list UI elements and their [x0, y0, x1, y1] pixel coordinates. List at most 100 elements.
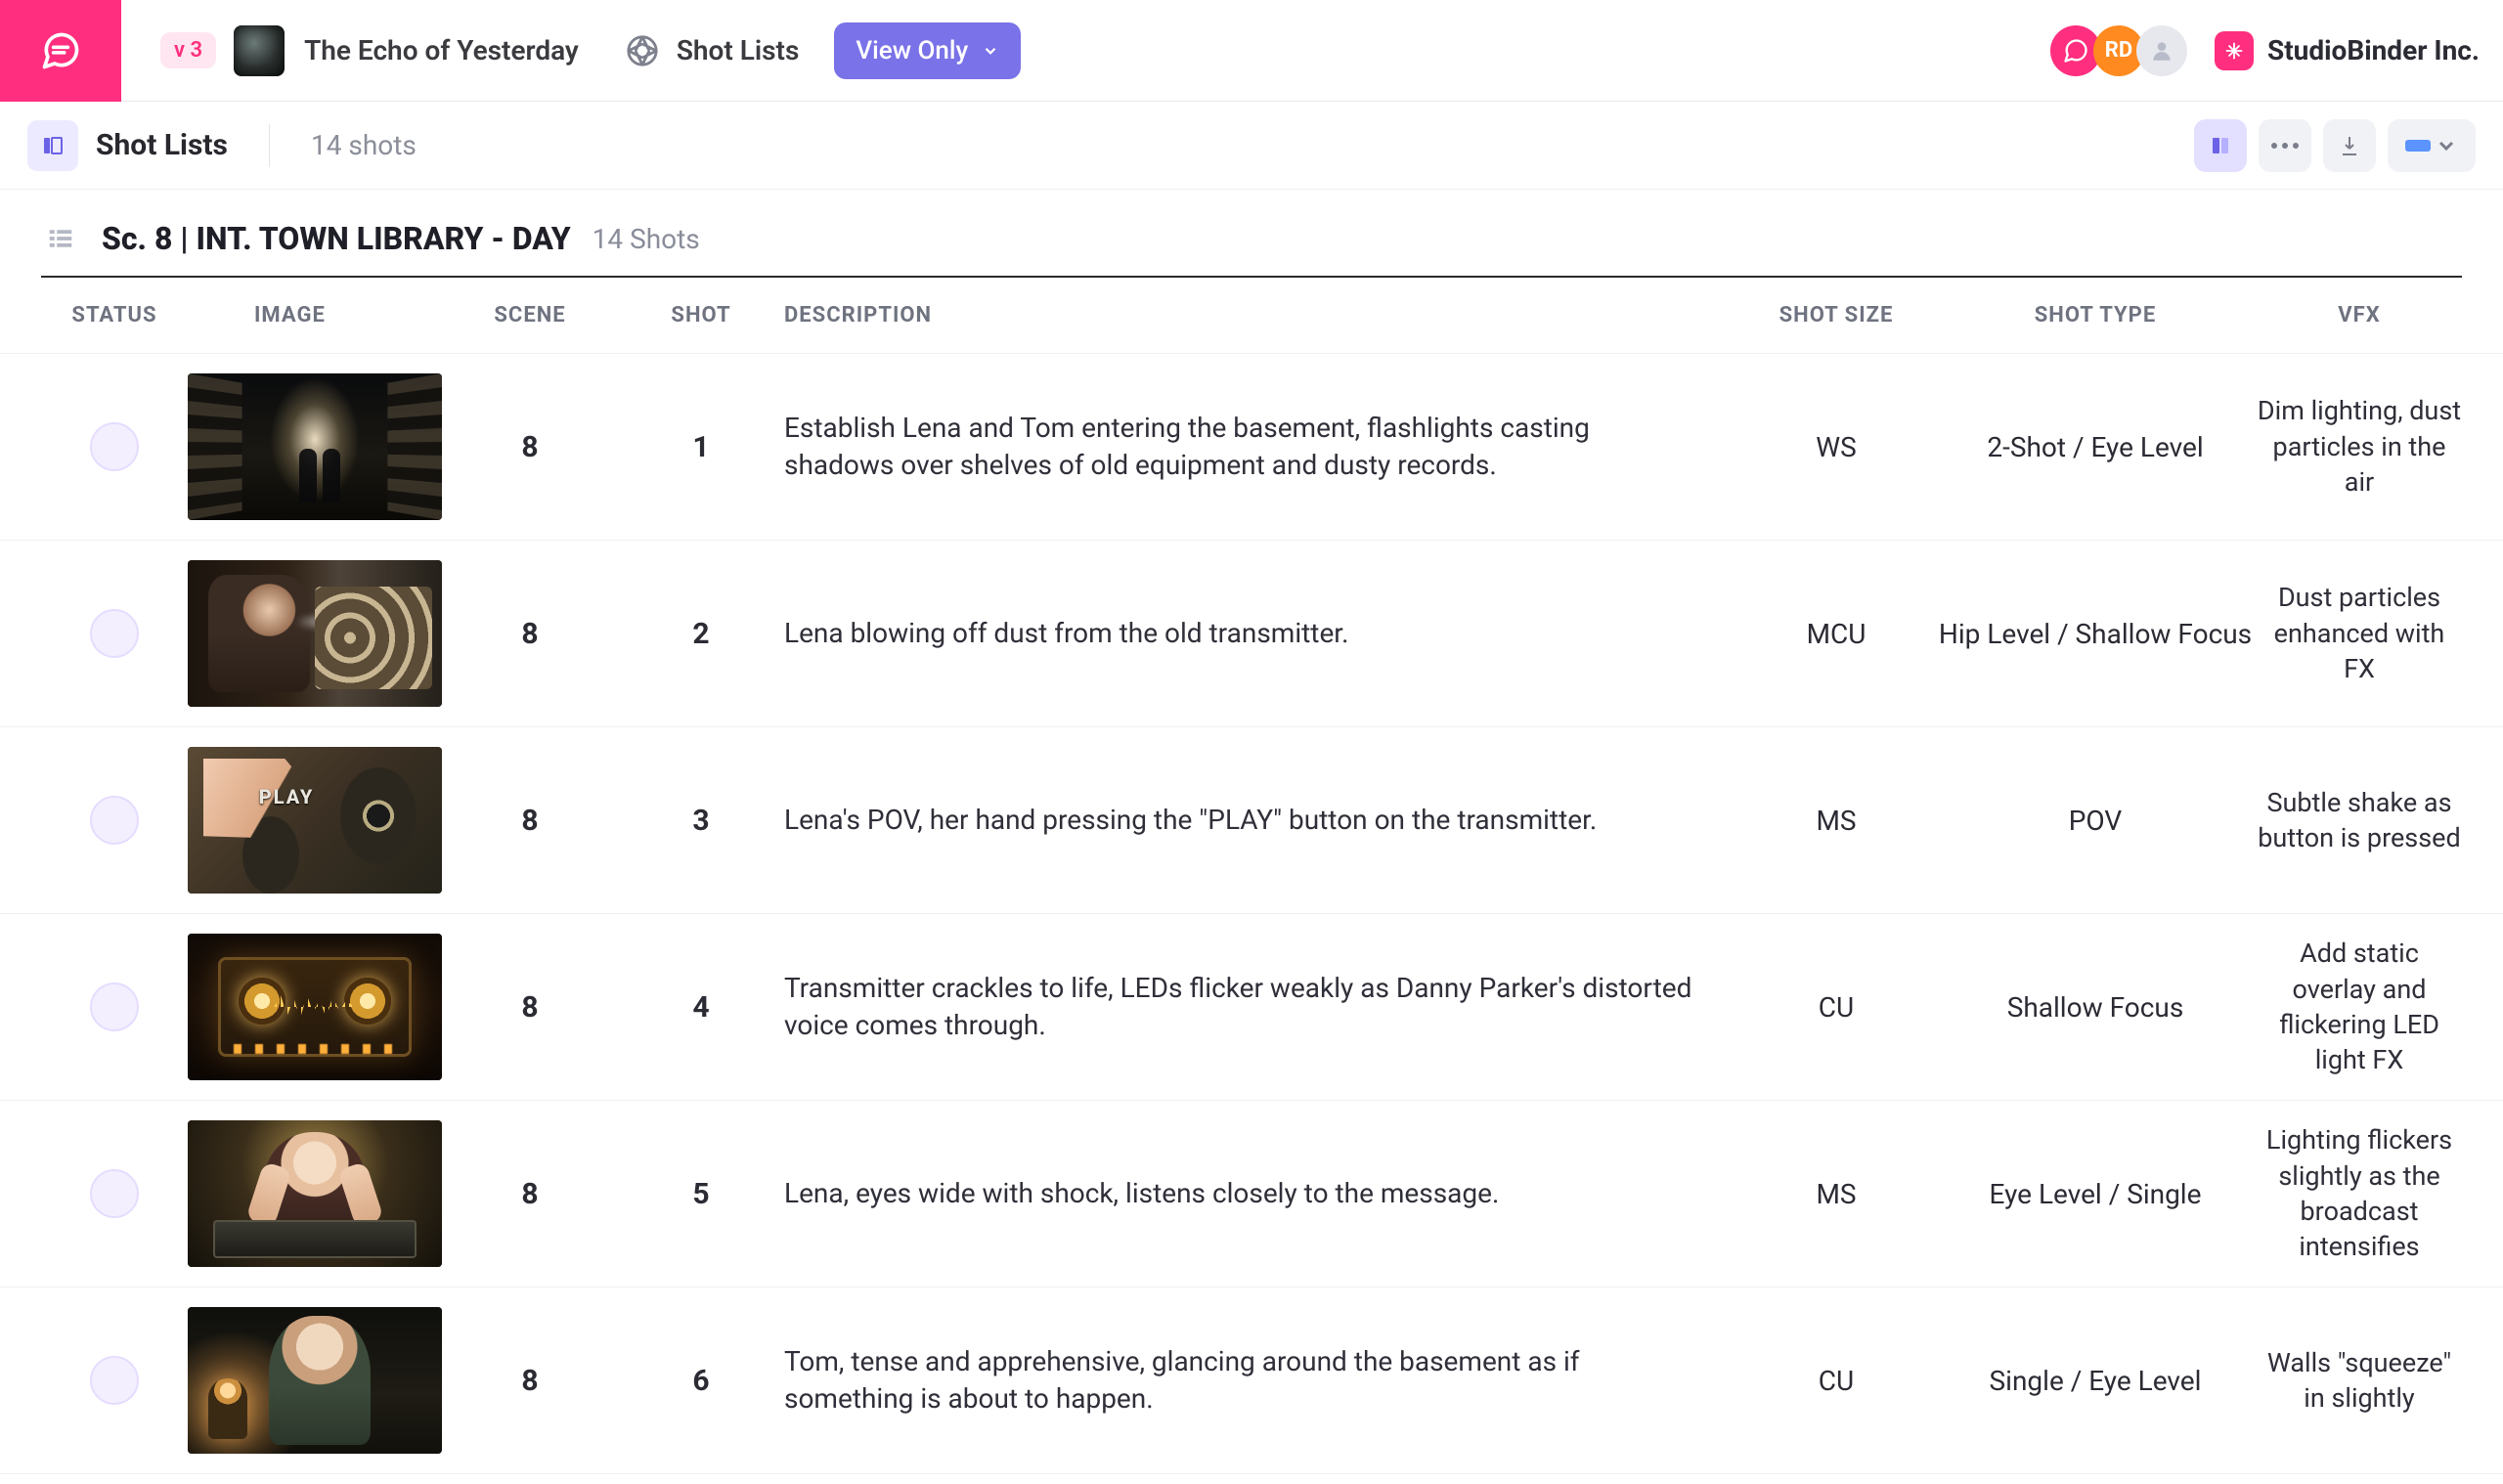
sub-toolbar: Shot Lists 14 shots — [0, 102, 2503, 190]
app-logo[interactable] — [0, 0, 121, 102]
person-icon — [2149, 38, 2174, 64]
col-shot[interactable]: SHOT — [618, 303, 784, 327]
table-row[interactable]: 8 5 Lena, eyes wide with shock, listens … — [0, 1101, 2503, 1288]
shot-type: Hip Level / Shallow Focus — [1934, 618, 2257, 650]
shot-vfx: Lighting flickers slightly as the broadc… — [2257, 1122, 2462, 1265]
color-filter-dropdown[interactable] — [2388, 119, 2476, 172]
chat-bubble-icon — [39, 29, 82, 72]
shot-count: 14 shots — [311, 129, 417, 161]
chevron-down-icon — [982, 42, 999, 60]
table-body: 8 1 Establish Lena and Tom entering the … — [0, 354, 2503, 1474]
table-row[interactable]: 8 3 Lena's POV, her hand pressing the "P… — [0, 727, 2503, 914]
scene-number: 8 — [442, 1364, 618, 1398]
sub-title: Shot Lists — [96, 128, 228, 162]
chat-icon — [2062, 37, 2089, 65]
shot-description: Tom, tense and apprehensive, glancing ar… — [784, 1343, 1738, 1418]
shot-size: CU — [1738, 991, 1934, 1024]
shot-thumbnail[interactable] — [188, 373, 442, 520]
col-status[interactable]: STATUS — [41, 303, 188, 327]
add-user-button[interactable] — [2136, 25, 2187, 76]
divider — [269, 124, 270, 167]
layout-icon — [2209, 134, 2232, 157]
shot-type: Shallow Focus — [1934, 991, 2257, 1024]
download-icon — [2338, 134, 2361, 157]
view-tools — [2194, 119, 2476, 172]
shot-size: MS — [1738, 1178, 1934, 1210]
aperture-icon — [626, 34, 659, 67]
section-label[interactable]: Shot Lists — [677, 34, 800, 66]
version-badge[interactable]: v 3 — [160, 32, 216, 68]
col-vfx[interactable]: VFX — [2257, 303, 2462, 327]
shot-type: 2-Shot / Eye Level — [1934, 431, 2257, 463]
layout-toggle-button[interactable] — [2194, 119, 2247, 172]
status-toggle[interactable] — [90, 1169, 139, 1218]
shot-size: CU — [1738, 1365, 1934, 1397]
shot-vfx: Dim lighting, dust particles in the air — [2257, 393, 2462, 500]
status-toggle[interactable] — [90, 982, 139, 1031]
shot-type: POV — [1934, 805, 2257, 837]
shot-type: Single / Eye Level — [1934, 1365, 2257, 1397]
table-header: STATUS IMAGE SCENE SHOT DESCRIPTION SHOT… — [0, 278, 2503, 354]
shot-size: WS — [1738, 431, 1934, 463]
export-button[interactable] — [2323, 119, 2376, 172]
shot-thumbnail[interactable] — [188, 1307, 442, 1454]
shot-number: 3 — [618, 804, 784, 838]
sparkle-icon — [2223, 40, 2245, 62]
shot-thumbnail[interactable] — [188, 747, 442, 894]
status-toggle[interactable] — [90, 796, 139, 845]
list-panel-icon — [41, 134, 65, 157]
more-options-button[interactable] — [2259, 119, 2311, 172]
status-toggle[interactable] — [90, 609, 139, 658]
col-shot-type[interactable]: SHOT TYPE — [1934, 303, 2257, 327]
scene-number: 8 — [442, 1177, 618, 1211]
shot-number: 1 — [618, 430, 784, 464]
shot-size: MCU — [1738, 618, 1934, 650]
shot-description: Lena, eyes wide with shock, listens clos… — [784, 1175, 1738, 1212]
scene-number: 8 — [442, 430, 618, 464]
col-description[interactable]: DESCRIPTION — [784, 303, 1738, 327]
shot-thumbnail[interactable] — [188, 560, 442, 707]
scene-number: 8 — [442, 990, 618, 1025]
color-swatch-icon — [2405, 140, 2431, 152]
table-row[interactable]: 8 6 Tom, tense and apprehensive, glancin… — [0, 1288, 2503, 1474]
shot-description: Transmitter crackles to life, LEDs flick… — [784, 970, 1738, 1044]
shot-vfx: Add static overlay and flickering LED li… — [2257, 936, 2462, 1078]
scene-number: 8 — [442, 617, 618, 651]
status-toggle[interactable] — [90, 1356, 139, 1405]
table-row[interactable]: 8 4 Transmitter crackles to life, LEDs f… — [0, 914, 2503, 1101]
project-title[interactable]: The Echo of Yesterday — [304, 34, 579, 66]
shot-thumbnail[interactable] — [188, 934, 442, 1080]
view-mode-dropdown[interactable]: View Only — [834, 22, 1021, 79]
project-thumbnail[interactable] — [234, 25, 285, 76]
ellipsis-icon — [2271, 143, 2299, 149]
view-mode-label: View Only — [856, 36, 968, 65]
shot-description: Lena's POV, her hand pressing the "PLAY"… — [784, 802, 1738, 839]
col-image[interactable]: IMAGE — [188, 303, 442, 327]
shot-thumbnail[interactable] — [188, 1120, 442, 1267]
shot-vfx: Subtle shake as button is pressed — [2257, 785, 2462, 856]
col-scene[interactable]: SCENE — [442, 303, 618, 327]
shot-number: 6 — [618, 1364, 784, 1398]
shot-description: Lena blowing off dust from the old trans… — [784, 615, 1738, 652]
shot-type: Eye Level / Single — [1934, 1178, 2257, 1210]
top-app-bar: v 3 The Echo of Yesterday Shot Lists Vie… — [0, 0, 2503, 102]
shot-vfx: Dust particles enhanced with FX — [2257, 580, 2462, 686]
scene-shot-count: 14 Shots — [593, 223, 700, 255]
table-row[interactable]: 8 2 Lena blowing off dust from the old t… — [0, 541, 2503, 727]
shot-lists-icon-button[interactable] — [27, 120, 78, 171]
shot-number: 4 — [618, 990, 784, 1025]
shot-number: 5 — [618, 1177, 784, 1211]
shot-number: 2 — [618, 617, 784, 651]
shot-description: Establish Lena and Tom entering the base… — [784, 410, 1738, 484]
list-icon[interactable] — [41, 219, 80, 258]
table-row[interactable]: 8 1 Establish Lena and Tom entering the … — [0, 354, 2503, 541]
shot-size: MS — [1738, 805, 1934, 837]
chevron-down-icon — [2435, 134, 2458, 157]
status-toggle[interactable] — [90, 422, 139, 471]
brand-badge[interactable] — [2215, 31, 2254, 70]
scene-title: Sc. 8 | INT. TOWN LIBRARY - DAY — [102, 220, 571, 257]
scene-header: Sc. 8 | INT. TOWN LIBRARY - DAY 14 Shots — [0, 190, 2503, 276]
col-shot-size[interactable]: SHOT SIZE — [1738, 303, 1934, 327]
shot-vfx: Walls "squeeze" in slightly — [2257, 1345, 2462, 1417]
brand-name[interactable]: StudioBinder Inc. — [2267, 34, 2480, 66]
